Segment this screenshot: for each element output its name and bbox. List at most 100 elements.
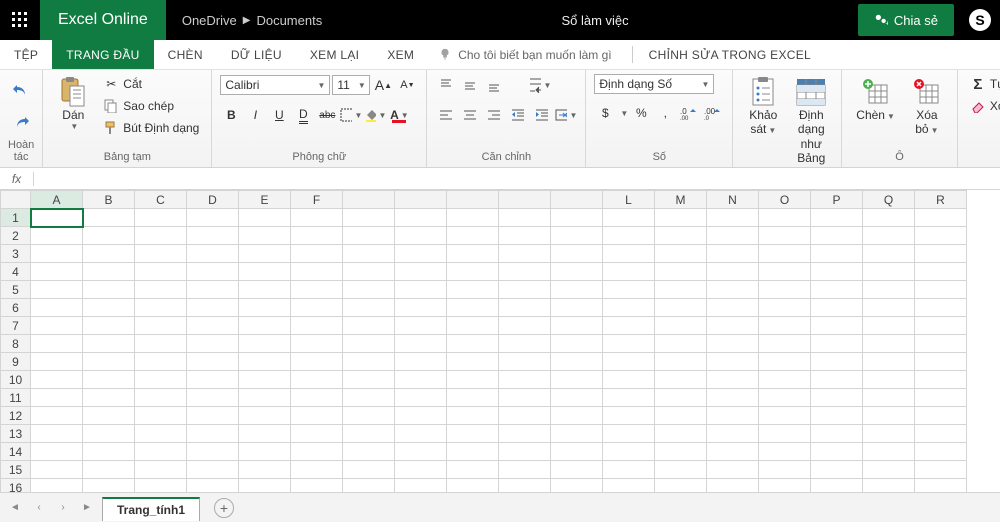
- paste-button[interactable]: Dán▼: [51, 74, 95, 134]
- wrap-text-button[interactable]: ▼: [529, 74, 551, 96]
- cell[interactable]: [499, 389, 551, 407]
- cell[interactable]: [291, 389, 343, 407]
- tab-insert[interactable]: CHÈN: [154, 40, 217, 69]
- cell[interactable]: [499, 335, 551, 353]
- cell[interactable]: [395, 281, 447, 299]
- cell[interactable]: [707, 443, 759, 461]
- cell[interactable]: [811, 353, 863, 371]
- column-header[interactable]: A: [31, 191, 83, 209]
- column-header[interactable]: Q: [863, 191, 915, 209]
- font-name-select[interactable]: Calibri▼: [220, 75, 330, 95]
- cell[interactable]: [811, 209, 863, 227]
- cell[interactable]: [603, 353, 655, 371]
- cell[interactable]: [759, 371, 811, 389]
- cell[interactable]: [915, 443, 967, 461]
- cell[interactable]: [447, 461, 499, 479]
- row-header[interactable]: 14: [1, 443, 31, 461]
- cell[interactable]: [343, 353, 395, 371]
- cell[interactable]: [915, 461, 967, 479]
- cell[interactable]: [31, 461, 83, 479]
- cell[interactable]: [499, 425, 551, 443]
- border-button[interactable]: ▼: [340, 104, 362, 126]
- cell[interactable]: [863, 209, 915, 227]
- cell[interactable]: [343, 389, 395, 407]
- cell[interactable]: [915, 353, 967, 371]
- cell[interactable]: [655, 461, 707, 479]
- cell[interactable]: [135, 281, 187, 299]
- cell[interactable]: [187, 461, 239, 479]
- cell[interactable]: [187, 425, 239, 443]
- cell[interactable]: [551, 425, 603, 443]
- cell[interactable]: [863, 461, 915, 479]
- cell[interactable]: [395, 299, 447, 317]
- cell[interactable]: [863, 407, 915, 425]
- cell[interactable]: [395, 227, 447, 245]
- double-underline-button[interactable]: D: [292, 104, 314, 126]
- cell[interactable]: [603, 407, 655, 425]
- decrease-indent-button[interactable]: [507, 104, 529, 126]
- cell[interactable]: [863, 317, 915, 335]
- cell[interactable]: [343, 335, 395, 353]
- number-format-select[interactable]: Định dạng Số▼: [594, 74, 714, 94]
- edit-in-excel-link[interactable]: CHỈNH SỬA TRONG EXCEL: [643, 40, 817, 69]
- cell[interactable]: [343, 371, 395, 389]
- cell[interactable]: [239, 461, 291, 479]
- cell[interactable]: [31, 353, 83, 371]
- cell[interactable]: [83, 461, 135, 479]
- cell[interactable]: [31, 443, 83, 461]
- italic-button[interactable]: I: [244, 104, 266, 126]
- cell[interactable]: [811, 227, 863, 245]
- cell[interactable]: [135, 443, 187, 461]
- row-header[interactable]: 4: [1, 263, 31, 281]
- cell[interactable]: [499, 299, 551, 317]
- cell[interactable]: [811, 461, 863, 479]
- cell[interactable]: [551, 227, 603, 245]
- column-header[interactable]: R: [915, 191, 967, 209]
- cell[interactable]: [291, 371, 343, 389]
- cell[interactable]: [811, 317, 863, 335]
- cell[interactable]: [187, 389, 239, 407]
- cell[interactable]: [395, 317, 447, 335]
- cell[interactable]: [603, 209, 655, 227]
- cell[interactable]: [811, 299, 863, 317]
- cell[interactable]: [187, 371, 239, 389]
- decrease-decimal-button[interactable]: .00.0: [702, 102, 724, 124]
- align-bottom-button[interactable]: [483, 74, 505, 96]
- cell[interactable]: [31, 281, 83, 299]
- cell[interactable]: [343, 425, 395, 443]
- cell[interactable]: [135, 461, 187, 479]
- column-header[interactable]: O: [759, 191, 811, 209]
- cell[interactable]: [707, 389, 759, 407]
- cell[interactable]: [31, 245, 83, 263]
- breadcrumb-folder[interactable]: Documents: [256, 13, 322, 28]
- row-header[interactable]: 3: [1, 245, 31, 263]
- cell[interactable]: [291, 353, 343, 371]
- column-header[interactable]: [447, 191, 499, 209]
- cell[interactable]: [759, 209, 811, 227]
- cell[interactable]: [135, 425, 187, 443]
- cell[interactable]: [759, 227, 811, 245]
- cell[interactable]: [239, 227, 291, 245]
- cell[interactable]: [915, 245, 967, 263]
- cell[interactable]: [707, 227, 759, 245]
- column-header[interactable]: [551, 191, 603, 209]
- cell[interactable]: [655, 353, 707, 371]
- column-header[interactable]: N: [707, 191, 759, 209]
- cell[interactable]: [863, 443, 915, 461]
- cell[interactable]: [239, 245, 291, 263]
- horizontal-scrollbar[interactable]: [34, 478, 990, 492]
- cell[interactable]: [863, 371, 915, 389]
- column-header[interactable]: E: [239, 191, 291, 209]
- cell[interactable]: [863, 425, 915, 443]
- cell[interactable]: [135, 389, 187, 407]
- cell[interactable]: [343, 443, 395, 461]
- align-left-button[interactable]: [435, 104, 457, 126]
- cell[interactable]: [343, 281, 395, 299]
- cell[interactable]: [291, 461, 343, 479]
- breadcrumb[interactable]: OneDrive ▶ Documents: [166, 0, 338, 40]
- cell[interactable]: [759, 335, 811, 353]
- cell[interactable]: [447, 227, 499, 245]
- row-header[interactable]: 10: [1, 371, 31, 389]
- tell-me-input[interactable]: Cho tôi biết bạn muốn làm gì: [428, 40, 621, 69]
- cell[interactable]: [291, 407, 343, 425]
